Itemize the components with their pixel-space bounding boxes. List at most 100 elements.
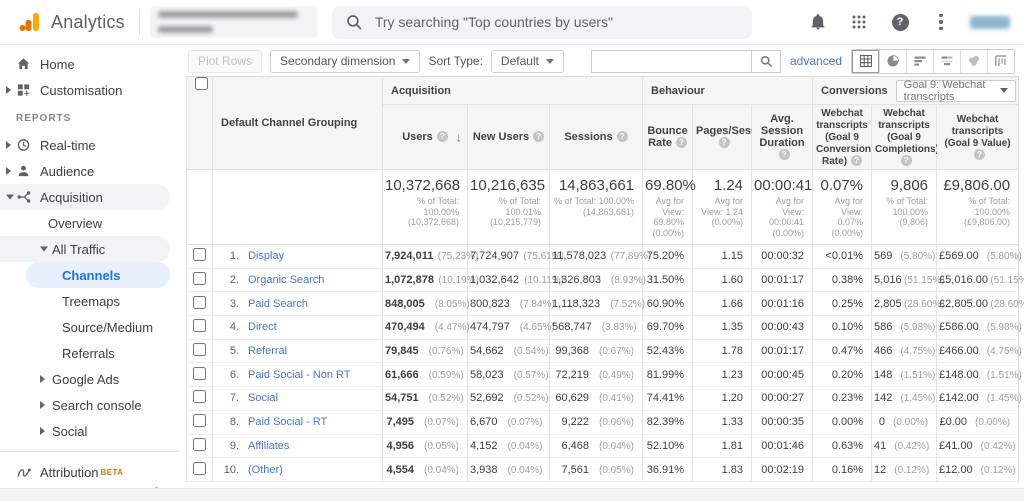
analytics-logo[interactable]: Analytics xyxy=(18,10,125,34)
column-header-sessions[interactable]: Sessions? xyxy=(550,105,643,170)
row-checkbox[interactable] xyxy=(193,343,206,356)
column-header-pages-session[interactable]: Pages/Session? xyxy=(693,105,752,170)
sidebar-item-source-medium[interactable]: Source/Medium xyxy=(0,314,180,340)
row-checkbox[interactable] xyxy=(193,462,206,475)
global-search[interactable]: Try searching "Top countries by users" xyxy=(332,6,752,39)
goal-selector-dropdown[interactable]: Goal 9: Webchat transcripts xyxy=(896,80,1016,102)
cell-bounce-rate: 60.90% xyxy=(643,292,693,316)
channel-link[interactable]: Display xyxy=(248,250,284,262)
kebab-icon xyxy=(939,14,943,31)
sidebar-item-social[interactable]: Social xyxy=(0,418,180,444)
cell-avg-session-duration: 00:01:17 xyxy=(752,268,813,292)
sidebar-item-home[interactable]: Home xyxy=(0,51,180,77)
overflow-menu-button[interactable] xyxy=(929,10,953,34)
row-checkbox[interactable] xyxy=(193,296,206,309)
channel-link[interactable]: Paid Social - Non RT xyxy=(248,369,351,381)
sidebar-item-treemaps[interactable]: Treemaps xyxy=(0,288,180,314)
total-sessions: 14,863,661% of Total: 100.00% (14,863,66… xyxy=(550,170,643,245)
cell-new-users: 7,724,907(75.61%) xyxy=(468,245,550,269)
percentage-view-button[interactable] xyxy=(879,50,906,73)
cell-completions: 5,016(51.15%) xyxy=(872,268,937,292)
sidebar-item-label: Channels xyxy=(62,268,121,283)
advanced-filter-link[interactable]: advanced xyxy=(790,54,842,68)
help-icon[interactable]: ? xyxy=(974,149,985,160)
data-view-button[interactable] xyxy=(852,50,879,73)
pivot-view-button[interactable] xyxy=(987,50,1014,73)
channel-link[interactable]: (Other) xyxy=(248,464,283,476)
total-value: £9,806.00% of Total: 100.00% (£9,806.00) xyxy=(937,170,1019,245)
channel-link[interactable]: Affiliates xyxy=(248,440,289,452)
chevron-right-icon xyxy=(6,167,11,175)
clock-icon xyxy=(16,138,31,153)
column-header-avg-session-duration[interactable]: Avg. Session Duration? xyxy=(752,105,813,170)
term-cloud-view-button[interactable] xyxy=(960,50,987,73)
channel-link[interactable]: Social xyxy=(248,392,278,404)
account-selector[interactable] xyxy=(150,6,318,38)
sidebar-item-customisation[interactable]: Customisation xyxy=(0,77,180,103)
row-checkbox[interactable] xyxy=(193,319,206,332)
cell-new-users: 474,797(4.65%) xyxy=(468,316,550,340)
channel-link[interactable]: Organic Search xyxy=(248,274,324,286)
column-header-bounce-rate[interactable]: Bounce Rate? xyxy=(643,105,693,170)
table-search-button[interactable] xyxy=(751,50,781,73)
notifications-button[interactable] xyxy=(806,10,830,34)
cell-completions: 0(0.00%) xyxy=(872,410,937,434)
sidebar-item-audience[interactable]: Audience xyxy=(0,158,180,184)
column-header-goal-completions[interactable]: Webchat transcripts (Goal 9 Completions)… xyxy=(872,105,937,170)
plot-rows-button[interactable]: Plot Rows xyxy=(188,50,262,73)
cell-bounce-rate: 75.20% xyxy=(643,245,693,269)
select-all-checkbox[interactable] xyxy=(195,77,208,90)
row-checkbox[interactable] xyxy=(193,414,206,427)
help-icon[interactable]: ? xyxy=(617,131,628,142)
apps-button[interactable] xyxy=(847,10,871,34)
cell-bounce-rate: 81.99% xyxy=(643,363,693,387)
row-checkbox[interactable] xyxy=(193,367,206,380)
help-icon[interactable]: ? xyxy=(676,137,687,148)
performance-view-button[interactable] xyxy=(906,50,933,73)
help-button[interactable]: ? xyxy=(888,10,912,34)
channel-link[interactable]: Paid Search xyxy=(248,298,308,310)
help-icon[interactable]: ? xyxy=(533,131,544,142)
column-header-users[interactable]: Users? ↓ xyxy=(383,105,468,170)
sort-type-label: Sort Type: xyxy=(428,54,482,68)
help-icon[interactable]: ? xyxy=(851,155,862,166)
help-icon[interactable]: ? xyxy=(901,155,912,166)
dimension-header[interactable]: Default Channel Grouping xyxy=(213,77,383,170)
analytics-logo-icon xyxy=(18,10,42,34)
sidebar-item-overview[interactable]: Overview xyxy=(0,210,180,236)
sort-type-button[interactable]: Default xyxy=(491,50,564,73)
channel-link[interactable]: Referral xyxy=(248,345,287,357)
sidebar-item-all-traffic[interactable]: All Traffic xyxy=(0,236,170,262)
search-icon xyxy=(760,55,773,68)
sidebar-item-realtime[interactable]: Real-time xyxy=(0,132,180,158)
sidebar-item-label: All Traffic xyxy=(52,242,105,257)
cell-pages-session: 1.33 xyxy=(693,410,752,434)
help-icon[interactable]: ? xyxy=(779,149,790,160)
channel-link[interactable]: Paid Social - RT xyxy=(248,416,327,428)
column-header-goal-value[interactable]: Webchat transcripts (Goal 9 Value)? xyxy=(937,105,1019,170)
comparison-view-button[interactable] xyxy=(933,50,960,73)
row-checkbox[interactable] xyxy=(193,272,206,285)
sidebar-item-search-console[interactable]: Search console xyxy=(0,392,180,418)
channel-link[interactable]: Direct xyxy=(248,321,277,333)
row-checkbox[interactable] xyxy=(193,390,206,403)
table-search-input[interactable] xyxy=(591,50,751,73)
column-header-goal-conversion-rate[interactable]: Webchat transcripts (Goal 9 Conversion R… xyxy=(813,105,872,170)
avatar[interactable] xyxy=(970,16,1010,29)
row-checkbox[interactable] xyxy=(193,248,206,261)
search-placeholder: Try searching "Top countries by users" xyxy=(375,14,613,30)
sidebar-item-acquisition[interactable]: Acquisition xyxy=(0,184,170,210)
column-header-new-users[interactable]: New Users? xyxy=(468,105,550,170)
cell-value: £466.00(4.75%) xyxy=(937,339,1019,363)
secondary-dimension-button[interactable]: Secondary dimension xyxy=(270,50,420,73)
cell-new-users: 800,823(7.84%) xyxy=(468,292,550,316)
sidebar-item-label: Attribution xyxy=(40,465,99,480)
help-icon[interactable]: ? xyxy=(719,137,730,148)
help-icon: ? xyxy=(892,14,909,31)
person-icon xyxy=(16,164,31,179)
row-checkbox[interactable] xyxy=(193,438,206,451)
help-icon[interactable]: ? xyxy=(437,131,448,142)
sidebar-item-channels[interactable]: Channels xyxy=(26,262,170,288)
sidebar-item-google-ads[interactable]: Google Ads xyxy=(0,366,180,392)
sidebar-item-referrals[interactable]: Referrals xyxy=(0,340,180,366)
